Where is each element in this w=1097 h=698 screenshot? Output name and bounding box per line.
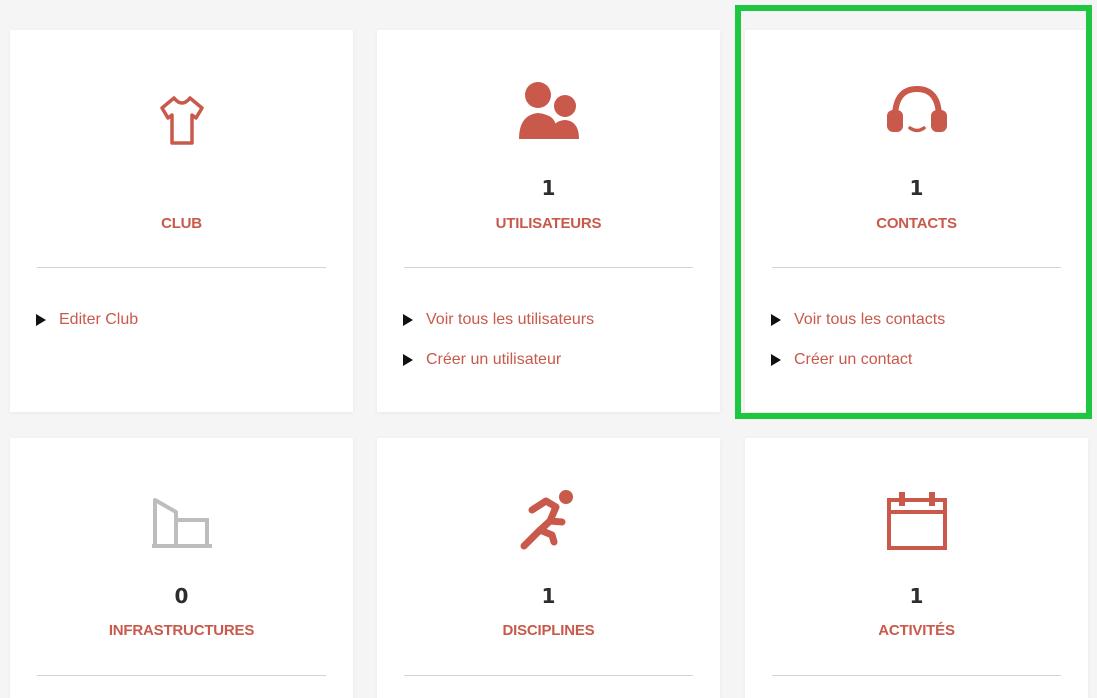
triangle-bullet-icon [771, 354, 781, 366]
divider [404, 675, 693, 676]
building-icon [10, 494, 353, 584]
club-card: CLUB Editer Club [10, 30, 353, 412]
activities-count: 1 [909, 584, 924, 608]
users-count: 1 [541, 176, 556, 200]
club-title: CLUB [161, 215, 202, 232]
runner-icon [377, 488, 720, 578]
users-title: UTILISATEURS [495, 215, 602, 232]
contacts-card: 1 CONTACTS Voir tous les contacts Créer … [745, 30, 1088, 412]
view-users-link[interactable]: Voir tous les utilisateurs [403, 310, 594, 330]
link-label: Créer un contact [794, 351, 913, 368]
infrastructures-count: 0 [174, 584, 189, 608]
infrastructures-title: INFRASTRUCTURES [108, 622, 255, 639]
calendar-icon [745, 490, 1088, 580]
link-label: Voir tous les utilisateurs [426, 311, 595, 328]
tshirt-icon [10, 92, 353, 182]
divider [772, 267, 1061, 268]
divider [772, 675, 1061, 676]
activities-card: 1 ACTIVITÉS [745, 438, 1088, 698]
disciplines-title: DISCIPLINES [502, 622, 595, 639]
triangle-bullet-icon [771, 314, 781, 326]
divider [37, 267, 326, 268]
view-contacts-link[interactable]: Voir tous les contacts [771, 310, 945, 330]
disciplines-count: 1 [541, 584, 556, 608]
contacts-title: CONTACTS [876, 215, 957, 232]
headset-icon [745, 80, 1088, 170]
link-label: Editer Club [59, 311, 139, 328]
create-contact-link[interactable]: Créer un contact [771, 350, 945, 370]
triangle-bullet-icon [403, 354, 413, 366]
link-label: Créer un utilisateur [426, 351, 562, 368]
contacts-count: 1 [909, 176, 924, 200]
users-card: 1 UTILISATEURS Voir tous les utilisateur… [377, 30, 720, 412]
divider [404, 267, 693, 268]
triangle-bullet-icon [36, 314, 46, 326]
edit-club-link[interactable]: Editer Club [36, 310, 138, 330]
disciplines-card: 1 DISCIPLINES [377, 438, 720, 698]
divider [37, 675, 326, 676]
triangle-bullet-icon [403, 314, 413, 326]
create-user-link[interactable]: Créer un utilisateur [403, 350, 594, 370]
infrastructures-card: 0 INFRASTRUCTURES [10, 438, 353, 698]
activities-title: ACTIVITÉS [878, 622, 955, 639]
link-label: Voir tous les contacts [794, 311, 946, 328]
users-icon [377, 82, 720, 172]
